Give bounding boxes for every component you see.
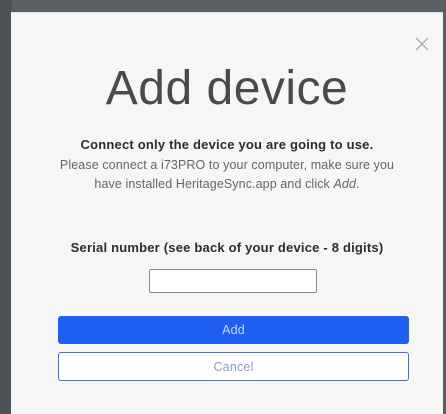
lead-text: Connect only the device you are going to… [80,137,374,152]
instructions-add-emphasis: Add [333,177,357,191]
serial-number-input[interactable] [149,269,317,293]
instructions-text: Please connect a i73PRO to your computer… [51,156,403,194]
dialog-title: Add device [105,62,349,115]
cancel-button[interactable]: Cancel [58,352,409,381]
serial-number-label: Serial number (see back of your device -… [70,240,384,255]
close-icon[interactable] [415,37,429,51]
add-device-dialog: Add device Connect only the device you a… [11,12,443,414]
instructions-end: . [356,177,360,191]
add-button[interactable]: Add [58,316,409,344]
